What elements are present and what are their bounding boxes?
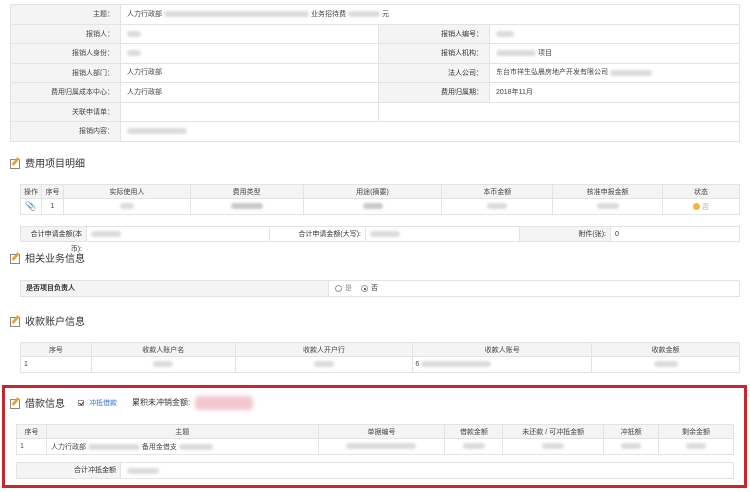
edit-icon: [10, 398, 20, 409]
col-subject: 主题: [45, 424, 319, 439]
col-account-no: 收款人账号: [412, 342, 593, 357]
content-value: [121, 122, 740, 141]
col-actual-user: 实际使用人: [62, 184, 191, 199]
reporter-value: [121, 24, 379, 43]
cost-center-value: 人力行政部: [121, 83, 379, 102]
col-purpose: 用途(摘要): [302, 184, 443, 199]
attachment-icon[interactable]: 📎: [25, 201, 36, 211]
reporter-dept-value: 人力行政部: [121, 63, 379, 82]
table-row: 1 6: [20, 356, 740, 373]
col-operation: 操作: [20, 184, 42, 199]
col-index: 序号: [40, 184, 64, 199]
loan-table: 序号 主题 单据编号 借款金额 未还款 / 可冲抵金额 冲抵额 剩余金额 1 人…: [16, 424, 734, 455]
related-doc-label: 关联申请单：: [10, 102, 121, 121]
col-amount-rmb: 本币金额: [441, 184, 554, 199]
radio-yes[interactable]: [335, 285, 342, 292]
legal-company-value: 东台市祥生弘晨房地产开发有限公司: [490, 63, 740, 82]
cost-center-label: 费用归属成本中心：: [10, 83, 121, 102]
reporter-label: 报销人：: [10, 24, 121, 43]
reporter-dept-label: 报销人部门：: [10, 63, 121, 82]
col-unpaid-amount: 未还款 / 可冲抵金额: [502, 424, 605, 439]
col-expense-type: 费用类型: [189, 184, 304, 199]
account-section-title: 收款账户信息: [10, 313, 85, 328]
period-value: 2018年11月: [490, 83, 740, 102]
loan-section-header: 借款信息 冲抵借款 累积未冲销金额:: [10, 395, 254, 410]
offset-loan-link[interactable]: 冲抵借款: [89, 398, 117, 408]
reporter-id-label: 报销人身份：: [10, 44, 121, 63]
table-row: 📎 1 否: [20, 198, 740, 215]
radio-no[interactable]: [361, 285, 368, 292]
table-row: 1 人力行政部 备用金借支: [16, 438, 734, 455]
col-status: 状态: [662, 184, 740, 199]
col-bank: 收款人开户行: [234, 342, 414, 357]
project-head-row: 是否项目负责人 是 否: [20, 280, 740, 297]
business-section-title: 相关业务信息: [10, 250, 85, 265]
offset-amount-cell[interactable]: [603, 438, 660, 455]
col-loan-amount: 借款金额: [444, 424, 504, 439]
expense-total-row: 合计申请金额(本币): 合计申请金额(大写): 附件(张): 0: [20, 226, 740, 253]
col-index: 序号: [16, 424, 47, 439]
project-head-radio-group: 是 否: [329, 281, 739, 296]
row-index: 1: [40, 198, 64, 215]
reporter-id-value: [121, 44, 379, 63]
expense-table: 操作 序号 实际使用人 费用类型 用途(摘要) 本币金额 核准申报金额 状态 📎…: [20, 184, 740, 215]
related-doc-value[interactable]: [121, 102, 379, 121]
reporter-org-value: 项目: [490, 44, 740, 63]
loan-total-row: 合计冲抵金额: [16, 462, 734, 479]
col-offset-amount: 冲抵额: [603, 424, 660, 439]
reporter-no-value: [490, 24, 740, 43]
content-label: 报销内容：: [10, 122, 121, 141]
row-status: 否: [662, 198, 740, 215]
col-remaining: 剩余金额: [658, 424, 734, 439]
edit-icon: [10, 253, 20, 264]
row-operation-cell[interactable]: 📎: [20, 198, 42, 215]
attachments-count: 0: [615, 230, 619, 238]
col-amount: 收款金额: [591, 342, 740, 357]
subject-label: 主题：: [10, 5, 121, 24]
claim-info-grid: 主题： 人力行政部 业务招待费 元 报销人： 报销人编号： 报销人身份： 报销人…: [10, 4, 740, 142]
edit-icon: [10, 316, 20, 327]
col-account-name: 收款人账户名: [90, 342, 236, 357]
col-index: 序号: [20, 342, 92, 357]
col-doc-no: 单据编号: [317, 424, 446, 439]
reporter-no-label: 报销人编号：: [379, 24, 490, 43]
period-label: 费用归属期：: [379, 83, 490, 102]
reporter-org-label: 报销人机构：: [379, 44, 490, 63]
legal-company-label: 法人公司：: [379, 63, 490, 82]
accum-amount-redacted: [195, 395, 254, 410]
offset-loan-checkbox[interactable]: [78, 399, 84, 406]
status-icon: [693, 203, 701, 211]
account-table: 序号 收款人账户名 收款人开户行 收款人账号 收款金额 1 6: [20, 342, 740, 373]
col-approved-amount: 核准申报金额: [552, 184, 664, 199]
subject-value: 人力行政部 业务招待费 元: [121, 5, 740, 24]
edit-icon: [10, 158, 20, 169]
expense-section-title: 费用项目明细: [10, 155, 85, 170]
